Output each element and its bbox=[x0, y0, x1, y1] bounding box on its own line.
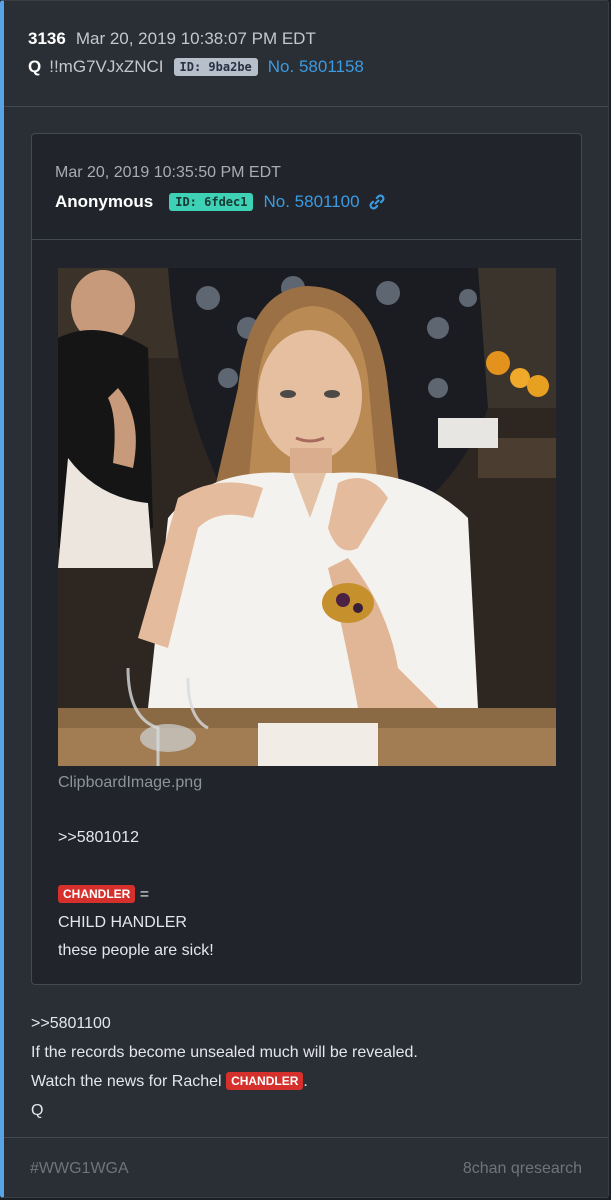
filter-tag: CHANDLER bbox=[226, 1072, 304, 1090]
tag-equals: = bbox=[135, 886, 150, 903]
reply-link[interactable]: >>5801100 bbox=[31, 1009, 418, 1038]
quoted-body-line: these people are sick! bbox=[58, 942, 214, 959]
post-body-line: Watch the news for Rachel bbox=[31, 1073, 222, 1090]
post-header: 3136 Mar 20, 2019 10:38:07 PM EDT Q !!mG… bbox=[4, 1, 608, 107]
quoted-body-line: CHILD HANDLER bbox=[58, 914, 187, 931]
post-body-line: If the records become unsealed much will… bbox=[31, 1044, 418, 1061]
quoted-post-date: Mar 20, 2019 10:35:50 PM EDT bbox=[55, 164, 281, 181]
post-card: 3136 Mar 20, 2019 10:38:07 PM EDT Q !!mG… bbox=[0, 0, 609, 1198]
link-icon[interactable] bbox=[368, 193, 386, 211]
filter-tag: CHANDLER bbox=[58, 885, 136, 903]
quoted-poster-name: Anonymous bbox=[55, 192, 154, 211]
quoted-post-number-link[interactable]: No. 5801100 bbox=[263, 192, 359, 212]
source-label: 8chan qresearch bbox=[462, 1159, 582, 1177]
poster-name: Q bbox=[28, 57, 42, 76]
tripcode: !!mG7VJxZNCI bbox=[49, 57, 164, 76]
quoted-reply-link[interactable]: >>5801012 bbox=[58, 824, 214, 852]
post-body: >>5801100 If the records become unsealed… bbox=[31, 1009, 418, 1125]
post-signature: Q bbox=[31, 1102, 44, 1119]
quoted-poster-id-badge: ID: 6fdec1 bbox=[169, 193, 254, 211]
attachment-filename[interactable]: ClipboardImage.png bbox=[58, 774, 202, 792]
quoted-post-body: >>5801012 CHANDLER = CHILD HANDLER these… bbox=[58, 824, 214, 965]
quoted-post: Mar 20, 2019 10:35:50 PM EDT Anonymous I… bbox=[31, 133, 582, 985]
post-number-link[interactable]: No. 5801158 bbox=[268, 57, 364, 77]
quoted-post-header: Mar 20, 2019 10:35:50 PM EDT Anonymous I… bbox=[32, 134, 581, 240]
poster-id-badge: ID: 9ba2be bbox=[173, 58, 258, 76]
hashtag: #WWG1WGA bbox=[30, 1159, 129, 1177]
post-number: 3136 bbox=[28, 29, 66, 48]
attached-photo[interactable] bbox=[58, 268, 556, 766]
post-date: Mar 20, 2019 10:38:07 PM EDT bbox=[75, 29, 316, 48]
post-body-punct: . bbox=[303, 1073, 308, 1090]
post-footer: #WWG1WGA 8chan qresearch bbox=[4, 1137, 608, 1199]
